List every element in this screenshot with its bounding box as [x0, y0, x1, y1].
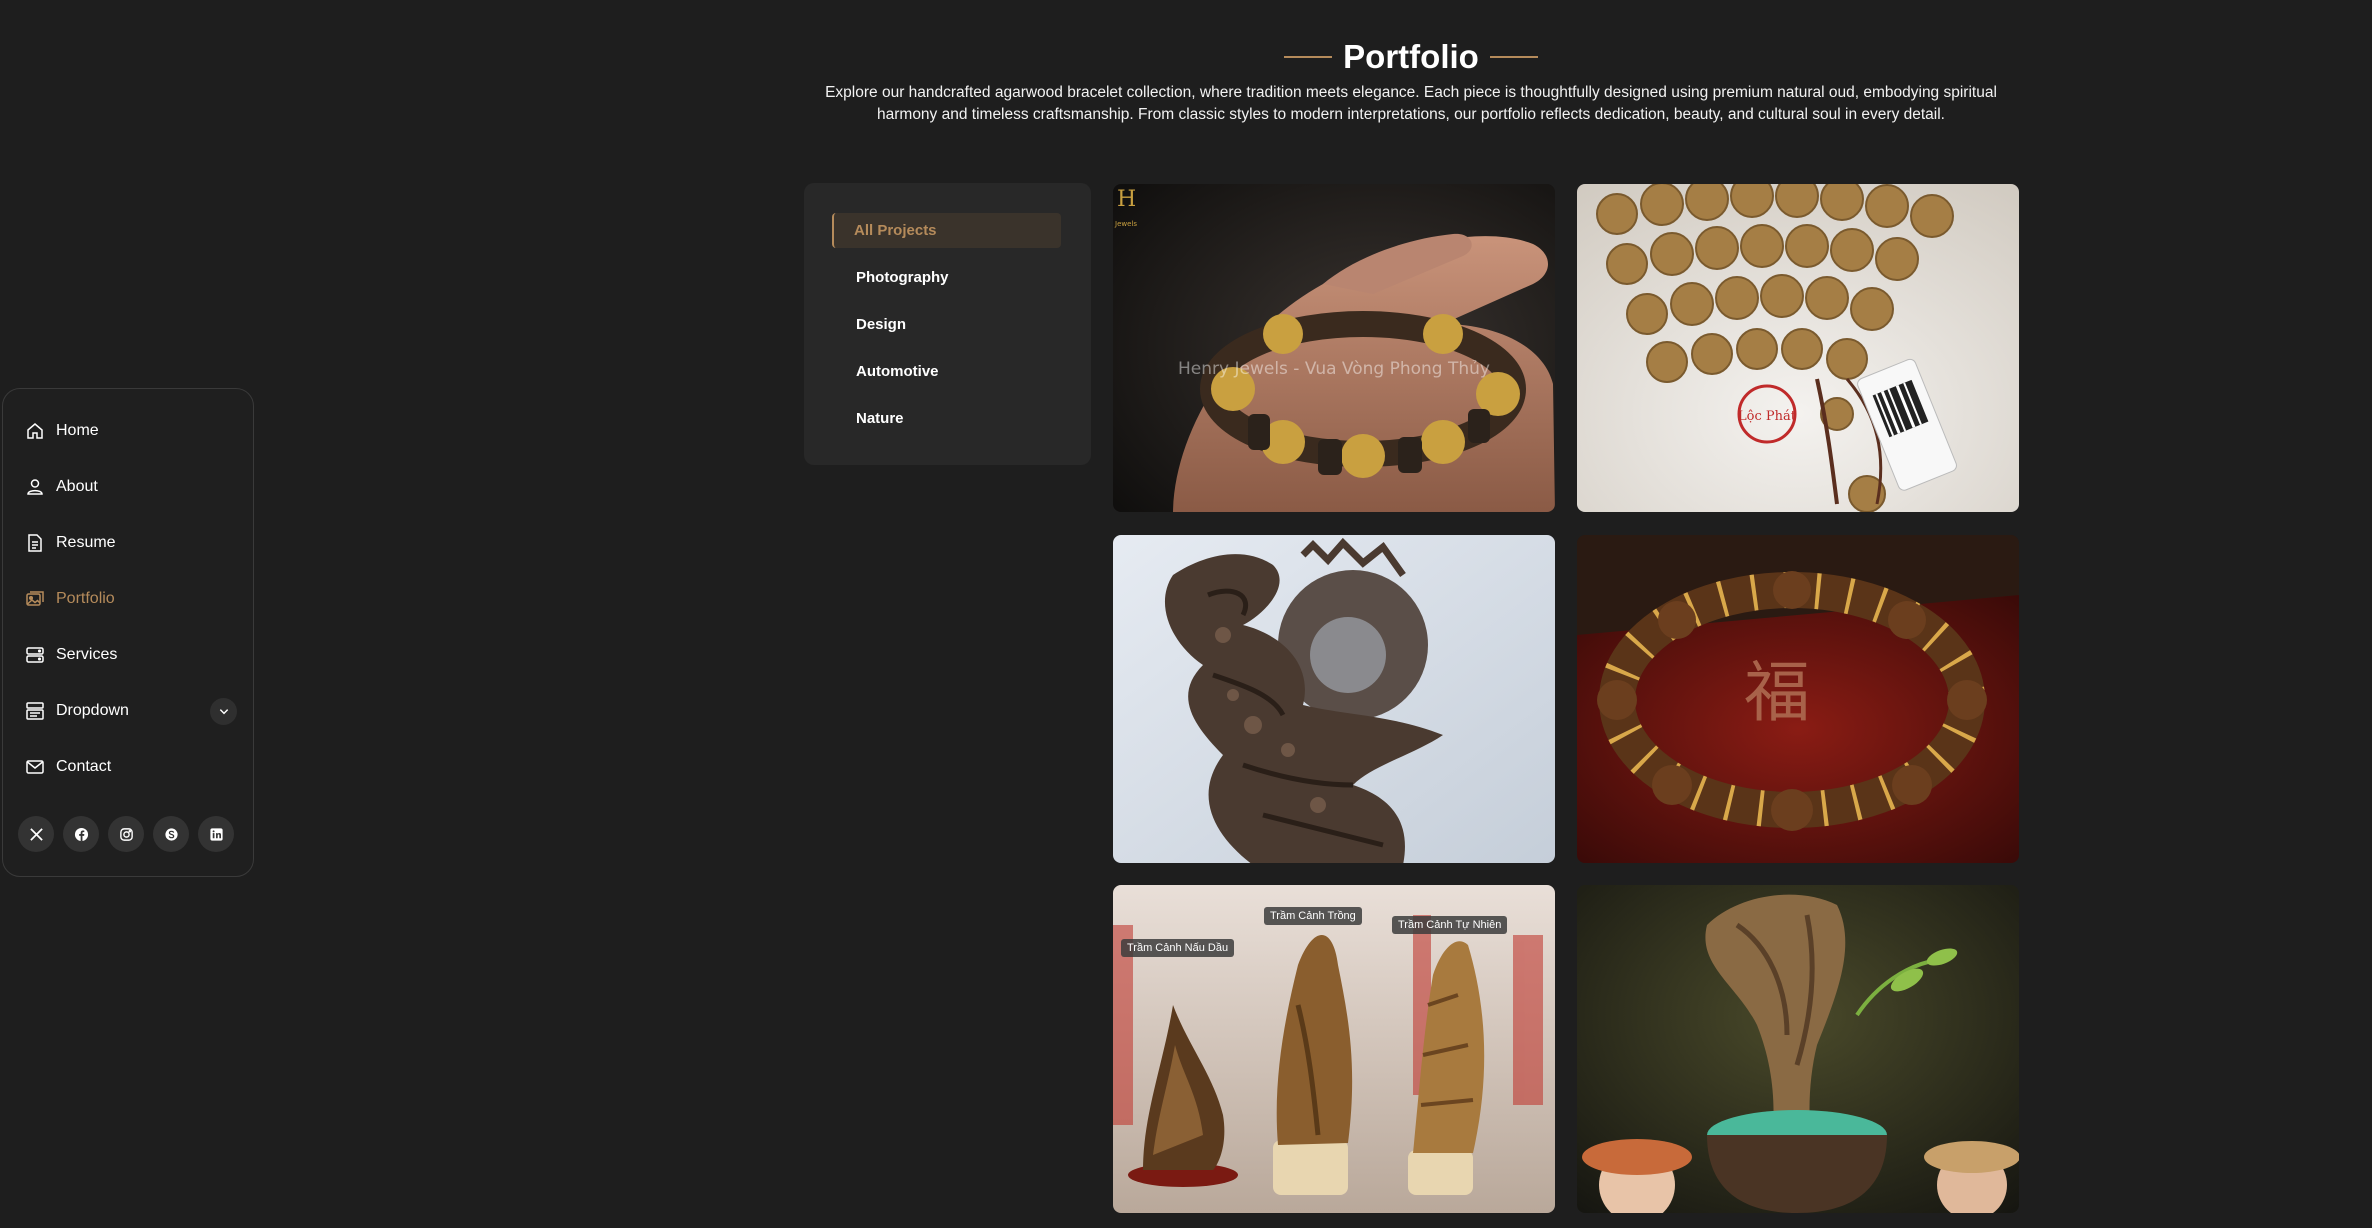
page-title: Portfolio [1343, 38, 1479, 75]
nav-portfolio-label: Portfolio [56, 590, 115, 607]
linkedin-icon[interactable] [198, 816, 234, 852]
bracelet-red-box-image: 福 [1577, 535, 2019, 863]
bracelet-in-hand-image: H Henry Jewels - Vua Vòng Phong Thủy Jew… [1113, 184, 1555, 512]
section-title-block: Portfolio [1284, 36, 1538, 78]
filter-all-projects[interactable]: All Projects [832, 213, 1061, 248]
nav-about-label: About [56, 478, 98, 495]
nav-dropdown-label: Dropdown [56, 702, 129, 719]
facebook-icon[interactable] [63, 816, 99, 852]
portfolio-item[interactable] [1577, 885, 2019, 1213]
house-icon [27, 423, 43, 439]
filter-nature[interactable]: Nature [832, 401, 1061, 436]
side-navigation: Home About Resume Portfolio Services Dro… [2, 388, 254, 877]
nav-resume[interactable]: Resume [25, 525, 235, 561]
person-icon [27, 479, 43, 495]
image-label: Trầm Cảnh Nấu Dầu [1121, 939, 1235, 957]
x-twitter-icon[interactable] [18, 816, 54, 852]
portfolio-item[interactable] [1113, 535, 1555, 863]
filter-automotive[interactable]: Automotive [832, 354, 1061, 389]
svg-text:Lộc Phát: Lộc Phát [1738, 409, 1797, 424]
instagram-icon[interactable] [108, 816, 144, 852]
dropdown-toggle[interactable] [210, 698, 237, 725]
nav-contact-label: Contact [56, 758, 112, 775]
agarwood-display-image [1113, 885, 1555, 1213]
chevron-down-icon [219, 709, 228, 715]
file-text-icon [28, 534, 42, 552]
nav-home[interactable]: Home [25, 413, 235, 449]
nav-home-label: Home [56, 422, 99, 439]
image-label: Trầm Cảnh Tự Nhiên [1392, 916, 1508, 934]
menu-app-icon [26, 702, 44, 720]
carved-sculpture-image [1113, 535, 1555, 863]
hdd-stack-icon [26, 647, 44, 663]
portfolio-item[interactable]: H Henry Jewels - Vua Vòng Phong Thủy Jew… [1113, 184, 1555, 512]
prayer-beads-image: Lộc Phát [1577, 184, 2019, 512]
portfolio-item[interactable]: Lộc Phát [1577, 184, 2019, 512]
nav-dropdown[interactable]: Dropdown [25, 693, 237, 729]
social-links [18, 816, 234, 852]
skype-icon[interactable] [153, 816, 189, 852]
envelope-icon [26, 760, 44, 774]
nav-portfolio[interactable]: Portfolio [25, 581, 235, 617]
nav-resume-label: Resume [56, 534, 116, 551]
nav-services-label: Services [56, 646, 118, 663]
portfolio-filters: All Projects Photography Design Automoti… [804, 183, 1091, 465]
filter-design[interactable]: Design [832, 307, 1061, 342]
nav-about[interactable]: About [25, 469, 235, 505]
fu-character: 福 [1744, 654, 1810, 731]
portfolio-item[interactable]: Trầm Cảnh Nấu Dầu Trầm Cảnh Trồng Trầm C… [1113, 885, 1555, 1213]
watermark-text: Henry Jewels - Vua Vòng Phong Thủy [1178, 359, 1490, 379]
image-label: Trầm Cảnh Trồng [1264, 907, 1362, 925]
svg-text:Jewels: Jewels [1114, 220, 1137, 228]
agarwood-planter-image [1577, 885, 2019, 1213]
section-intro: Explore our handcrafted agarwood bracele… [825, 84, 1997, 123]
svg-text:H: H [1117, 187, 1136, 212]
title-divider-right [1490, 56, 1538, 58]
nav-contact[interactable]: Contact [25, 749, 235, 785]
filter-photography[interactable]: Photography [832, 260, 1061, 295]
portfolio-item[interactable]: 福 [1577, 535, 2019, 863]
nav-services[interactable]: Services [25, 637, 235, 673]
title-divider-left [1284, 56, 1332, 58]
images-icon [26, 591, 44, 606]
